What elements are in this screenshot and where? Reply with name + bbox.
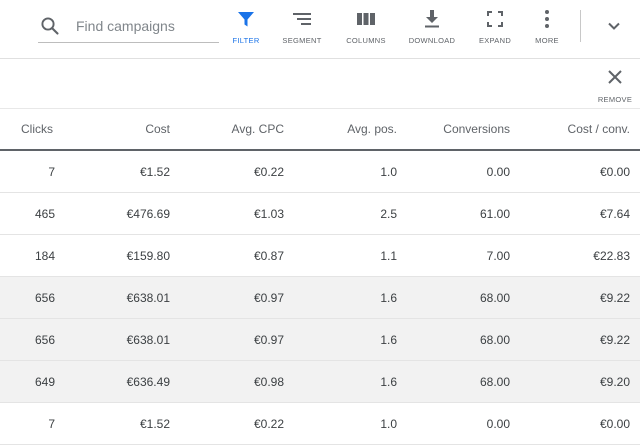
- cell-conversions: 68.00: [479, 332, 510, 347]
- header-cost[interactable]: Cost: [60, 109, 170, 149]
- cell-avg-pos: 1.6: [380, 332, 397, 347]
- cell-cost-per-conv: €0.00: [599, 164, 630, 179]
- table-row: 649 €636.49 €0.98 1.6 68.00 €9.20: [0, 361, 640, 403]
- cell-conversions: 7.00: [486, 248, 510, 263]
- table-row: 465 €476.69 €1.03 2.5 61.00 €7.64: [0, 193, 640, 235]
- campaign-table: Clicks Cost Avg. CPC Avg. pos. Conversio…: [0, 108, 640, 445]
- cell-clicks: 656: [34, 290, 55, 305]
- cell-clicks: 465: [34, 206, 55, 221]
- table-row: 656 €638.01 €0.97 1.6 68.00 €9.22: [0, 277, 640, 319]
- cell-avg-cpc: €1.03: [253, 206, 284, 221]
- header-cost-per-conv[interactable]: Cost / conv.: [515, 109, 630, 149]
- cell-conversions: 0.00: [486, 416, 510, 431]
- cell-cost-per-conv: €22.83: [593, 248, 630, 263]
- cell-cost: €638.01: [126, 332, 170, 347]
- header-avg-pos[interactable]: Avg. pos.: [290, 109, 397, 149]
- cell-avg-pos: 1.0: [380, 164, 397, 179]
- download-label: DOWNLOAD: [408, 36, 456, 45]
- close-icon: [606, 68, 624, 91]
- cell-cost: €636.49: [126, 374, 170, 389]
- search-box: [38, 10, 219, 43]
- toolbar-divider: [580, 10, 581, 42]
- cell-clicks: 7: [48, 164, 55, 179]
- cell-clicks: 656: [34, 332, 55, 347]
- more-button[interactable]: MORE: [533, 8, 561, 48]
- expand-label: EXPAND: [478, 36, 512, 45]
- cell-cost: €1.52: [139, 164, 170, 179]
- segment-icon: [290, 8, 314, 30]
- cell-conversions: 61.00: [479, 206, 510, 221]
- cell-clicks: 7: [48, 416, 55, 431]
- cell-avg-pos: 1.0: [380, 416, 397, 431]
- filter-icon: [234, 8, 258, 30]
- cell-avg-pos: 1.6: [380, 290, 397, 305]
- table-row: 184 €159.80 €0.87 1.1 7.00 €22.83: [0, 235, 640, 277]
- cell-cost-per-conv: €7.64: [599, 206, 630, 221]
- cell-avg-cpc: €0.22: [253, 416, 284, 431]
- header-conversions[interactable]: Conversions: [400, 109, 510, 149]
- cell-avg-cpc: €0.87: [253, 248, 284, 263]
- columns-label: COLUMNS: [346, 36, 386, 45]
- download-button[interactable]: DOWNLOAD: [408, 8, 456, 48]
- table-row: 7 €1.52 €0.22 1.0 0.00 €0.00: [0, 151, 640, 193]
- expand-button[interactable]: EXPAND: [477, 8, 513, 48]
- cell-avg-pos: 2.5: [380, 206, 397, 221]
- cell-avg-pos: 1.1: [380, 248, 397, 263]
- search-input[interactable]: [76, 14, 216, 38]
- filter-label: FILTER: [232, 36, 260, 45]
- cell-avg-cpc: €0.97: [253, 290, 284, 305]
- cell-clicks: 649: [34, 374, 55, 389]
- more-label: MORE: [535, 36, 559, 45]
- search-icon[interactable]: [40, 16, 60, 36]
- cell-conversions: 0.00: [486, 164, 510, 179]
- download-icon: [420, 8, 444, 30]
- expand-icon: [483, 8, 507, 30]
- cell-cost: €1.52: [139, 416, 170, 431]
- more-vert-icon: [535, 8, 559, 30]
- segment-label: SEGMENT: [282, 36, 322, 45]
- chevron-down-icon[interactable]: [602, 14, 626, 38]
- remove-button[interactable]: REMOVE: [594, 68, 636, 108]
- toolbar: FILTER SEGMENT COLUMNS: [0, 0, 640, 59]
- cell-conversions: 68.00: [479, 290, 510, 305]
- cell-avg-pos: 1.6: [380, 374, 397, 389]
- remove-label: REMOVE: [597, 95, 633, 104]
- cell-cost-per-conv: €0.00: [599, 416, 630, 431]
- cell-cost-per-conv: €9.22: [599, 332, 630, 347]
- cell-cost-per-conv: €9.20: [599, 374, 630, 389]
- cell-clicks: 184: [34, 248, 55, 263]
- cell-cost: €476.69: [126, 206, 170, 221]
- header-clicks[interactable]: Clicks: [21, 109, 61, 149]
- cell-cost-per-conv: €9.22: [599, 290, 630, 305]
- cell-conversions: 68.00: [479, 374, 510, 389]
- table-header: Clicks Cost Avg. CPC Avg. pos. Conversio…: [0, 109, 640, 151]
- cell-cost: €638.01: [126, 290, 170, 305]
- columns-icon: [354, 8, 378, 30]
- cell-cost: €159.80: [126, 248, 170, 263]
- header-avg-cpc[interactable]: Avg. CPC: [175, 109, 284, 149]
- table-row: 656 €638.01 €0.97 1.6 68.00 €9.22: [0, 319, 640, 361]
- segment-button[interactable]: SEGMENT: [281, 8, 323, 48]
- columns-button[interactable]: COLUMNS: [344, 8, 388, 48]
- cell-avg-cpc: €0.22: [253, 164, 284, 179]
- cell-avg-cpc: €0.98: [253, 374, 284, 389]
- cell-avg-cpc: €0.97: [253, 332, 284, 347]
- table-row: 7 €1.52 €0.22 1.0 0.00 €0.00: [0, 403, 640, 445]
- filter-button[interactable]: FILTER: [231, 8, 261, 48]
